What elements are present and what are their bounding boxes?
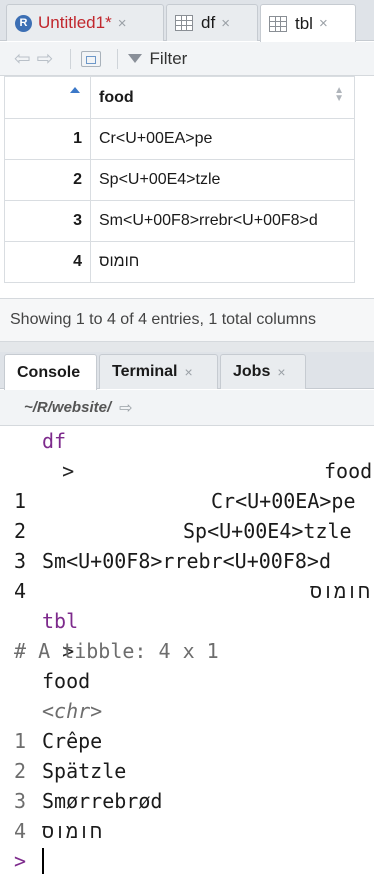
tibble-row-index: 2 [14,759,27,783]
tab-label: Terminal [112,363,178,380]
tibble-row-value: חומוס [42,819,103,843]
column-header-label: food [99,88,134,106]
close-icon[interactable]: × [319,15,328,32]
tab-tbl[interactable]: tbl × [260,4,356,42]
df-row-value: Sm<U+00F8>rrebr<U+00F8>d [42,549,331,573]
df-row-index: 1 [14,489,27,513]
tab-jobs[interactable]: Jobs × [220,354,306,389]
data-table: food ▲ ▼ 1 Cr<U+00EA>pe 2 Sp<U+00E4>tzle … [4,76,355,283]
df-row-value: Cr<U+00EA>pe [211,489,356,513]
table-header-row: food ▲ ▼ [4,76,355,119]
working-directory: ~/R/website/ [24,399,112,416]
row-index: 4 [4,241,91,283]
row-index: 3 [4,200,91,242]
tibble-row-index: 1 [14,729,27,753]
console-tab-bar: Console Terminal × Jobs × [0,352,374,390]
close-icon[interactable]: × [185,364,193,380]
sort-icon: ▲ ▼ [334,85,344,104]
column-header-food[interactable]: food ▲ ▼ [90,76,355,119]
go-to-directory-icon[interactable]: ⇨ [119,398,132,418]
toolbar-divider [69,48,71,69]
console-input-prompt: > [14,849,27,873]
close-icon[interactable]: × [221,15,230,32]
tibble-row-index: 4 [14,819,27,843]
row-index: 2 [4,159,91,201]
row-index: 1 [4,118,91,160]
back-arrow-icon[interactable]: ⇦ [14,46,31,71]
working-directory-bar: ~/R/website/ ⇨ [0,390,374,426]
tab-terminal[interactable]: Terminal × [99,354,218,389]
tibble-row-index: 3 [14,789,27,813]
table-cell[interactable]: Cr<U+00EA>pe [90,118,355,160]
data-grid-icon [175,15,193,31]
filter-button[interactable]: Filter [150,49,188,69]
df-row-index: 4 [14,579,27,603]
r-script-icon: R [15,14,32,32]
tibble-column-type: <chr> [42,699,103,723]
df-column-header: food [324,459,373,483]
table-row: 3 Sm<U+00F8>rrebr<U+00F8>d [4,200,355,242]
df-row-value: Sp<U+00E4>tzle [183,519,352,543]
table-status-text: Showing 1 to 4 of 4 entries, 1 total col… [0,298,374,342]
console-command: tbl [42,609,79,633]
table-row: 4 חומוס [4,241,355,283]
row-index-header[interactable] [4,76,91,119]
tab-label: Jobs [233,363,271,380]
editor-tab-bar: R Untitled1* × df × tbl × [0,0,374,42]
filter-icon[interactable] [127,54,142,63]
tibble-comment: # A tibble: 4 x 1 [14,639,219,663]
table-row: 1 Cr<U+00EA>pe [4,118,355,160]
tibble-row-value: Spätzle [42,759,127,783]
tab-label: df [201,13,216,32]
console-output[interactable]: > df food 1 Cr<U+00EA>pe 2 Sp<U+00E4>tzl… [0,426,374,885]
tibble-row-value: Smørrebrød [42,789,163,813]
table-cell[interactable]: Sm<U+00F8>rrebr<U+00F8>d [90,200,355,242]
tab-df[interactable]: df × [166,4,258,41]
pane-splitter[interactable] [0,342,374,352]
data-grid-icon [269,15,287,32]
table-cell[interactable]: Sp<U+00E4>tzle [90,159,355,201]
console-prompt: > [62,459,75,483]
toolbar-divider [116,48,118,69]
data-viewer: food ▲ ▼ 1 Cr<U+00EA>pe 2 Sp<U+00E4>tzle … [0,76,374,298]
popout-window-icon[interactable] [80,50,101,67]
tab-untitled1[interactable]: R Untitled1* × [6,4,164,41]
df-row-index: 2 [14,519,27,543]
tab-label: Untitled1* [38,13,112,32]
tab-console[interactable]: Console [4,354,97,390]
text-cursor [42,848,44,874]
df-row-index: 3 [14,549,27,573]
forward-arrow-icon[interactable]: ⇨ [37,46,54,71]
viewer-toolbar: ⇦ ⇨ Filter [0,42,374,76]
tab-label: tbl [295,13,313,33]
tibble-column-header: food [42,669,91,693]
sort-ascending-icon [70,87,80,93]
table-cell[interactable]: חומוס [90,241,355,283]
tab-label: Console [17,363,81,381]
close-icon[interactable]: × [118,15,127,32]
console-command: df [42,429,67,453]
tibble-row-value: Crêpe [42,729,103,753]
table-row: 2 Sp<U+00E4>tzle [4,159,355,201]
df-row-value: חומוס [310,579,371,603]
close-icon[interactable]: × [277,364,285,380]
